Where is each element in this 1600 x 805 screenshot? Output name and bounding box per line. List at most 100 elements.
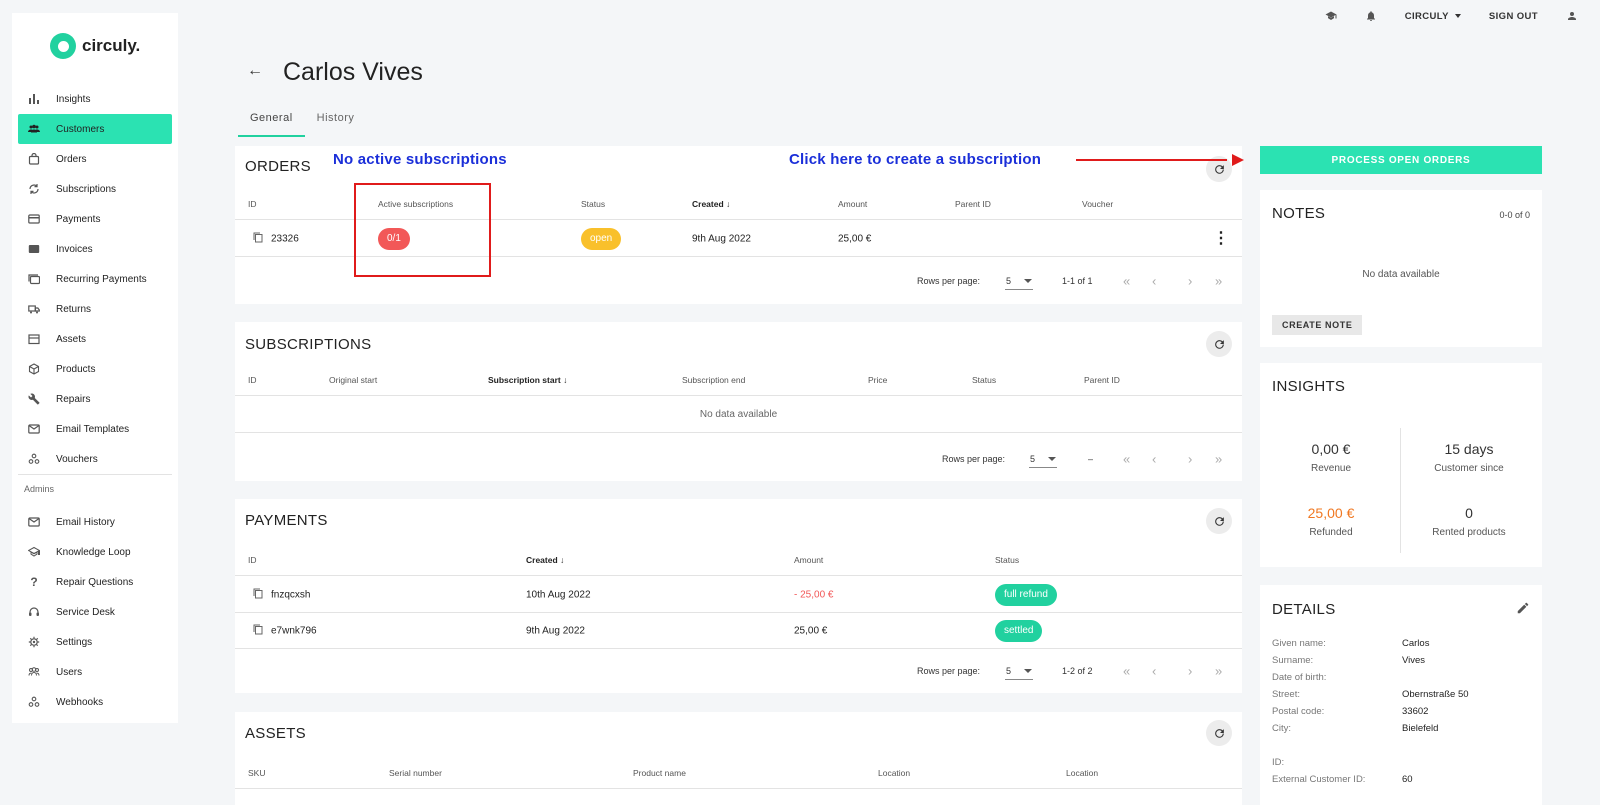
status-badge: settled	[995, 619, 1043, 642]
rows-per-page-select[interactable]: 5	[1005, 272, 1033, 290]
prev-page-icon[interactable]: ‹	[1152, 452, 1156, 467]
column-header-sortable[interactable]: Created ↓	[692, 199, 730, 209]
sidebar-item-label: Orders	[56, 153, 87, 165]
sidebar-item-label: Knowledge Loop	[56, 546, 131, 558]
cycle-icon	[28, 183, 40, 195]
amount: 25,00 €	[794, 625, 828, 636]
rows-per-page-select[interactable]: 5	[1005, 662, 1033, 680]
payment-id[interactable]: fnzqcxsh	[271, 589, 310, 600]
sidebar-item-recurring-payments[interactable]: Recurring Payments	[18, 264, 172, 294]
empty-state: No data available	[235, 397, 1242, 433]
graduation-cap-icon	[28, 546, 40, 558]
sidebar-item-invoices[interactable]: Invoices	[18, 234, 172, 264]
sidebar-item-returns[interactable]: Returns	[18, 294, 172, 324]
cube-icon	[28, 363, 40, 375]
next-page-icon[interactable]: ›	[1188, 452, 1192, 467]
sidebar-item-repair-questions[interactable]: ? Repair Questions	[18, 567, 172, 597]
page-title: Carlos Vives	[283, 58, 423, 86]
sidebar-item-products[interactable]: Products	[18, 354, 172, 384]
copy-icon[interactable]	[253, 232, 263, 246]
column-header: Subscription end	[682, 375, 746, 385]
sidebar-item-insights[interactable]: Insights	[18, 84, 172, 114]
order-id[interactable]: 23326	[271, 233, 299, 244]
insights-title: INSIGHTS	[1272, 378, 1346, 395]
account-label: CIRCULY	[1404, 10, 1449, 22]
detail-key: ID:	[1272, 757, 1285, 768]
brand-name: circuly.	[82, 36, 141, 55]
bell-icon[interactable]	[1365, 10, 1377, 22]
payments-table-header: ID Created ↓ Amount Status	[235, 542, 1242, 576]
insight-value: 0,00 €	[1311, 441, 1351, 457]
sidebar-item-users[interactable]: Users	[18, 657, 172, 687]
notes-title: NOTES	[1272, 205, 1326, 222]
sidebar-item-label: Returns	[56, 303, 92, 315]
create-note-button[interactable]: CREATE NOTE	[1272, 315, 1363, 335]
refresh-icon[interactable]	[1206, 331, 1232, 357]
payment-id[interactable]: e7wnk796	[271, 625, 317, 636]
sidebar-item-label: Products	[56, 363, 96, 375]
refresh-icon[interactable]	[1206, 508, 1232, 534]
question-icon: ?	[30, 575, 38, 589]
prev-page-icon[interactable]: ‹	[1152, 274, 1156, 289]
copy-icon[interactable]	[253, 624, 263, 638]
tab-general[interactable]: General	[238, 106, 305, 137]
sidebar-item-email-history[interactable]: Email History	[18, 507, 172, 537]
sidebar-item-label: Email History	[56, 516, 115, 528]
sidebar-item-settings[interactable]: Settings	[18, 627, 172, 657]
brand-logo[interactable]: circuly.	[50, 33, 140, 59]
back-arrow-icon[interactable]: ←	[247, 62, 263, 80]
column-header-sortable[interactable]: Created ↓	[526, 555, 564, 565]
first-page-icon[interactable]: «	[1123, 664, 1130, 679]
more-vert-icon[interactable]: ⋮	[1213, 230, 1229, 246]
next-page-icon[interactable]: ›	[1188, 664, 1192, 679]
logo-mark-icon	[50, 33, 76, 59]
sidebar-nav: Insights Customers Orders Subscriptions …	[18, 84, 172, 717]
sidebar-item-service-desk[interactable]: Service Desk	[18, 597, 172, 627]
account-dropdown[interactable]: CIRCULY	[1405, 11, 1461, 22]
first-page-icon[interactable]: «	[1123, 452, 1130, 467]
last-page-icon[interactable]: »	[1215, 664, 1222, 679]
column-header-sortable[interactable]: Subscription start ↓	[488, 375, 567, 385]
user-icon[interactable]	[1566, 10, 1578, 22]
detail-key: Surname:	[1272, 655, 1314, 666]
last-page-icon[interactable]: »	[1215, 452, 1222, 467]
sidebar-item-email-templates[interactable]: Email Templates	[18, 414, 172, 444]
sign-out-link[interactable]: SIGN OUT	[1489, 11, 1538, 22]
sidebar-item-payments[interactable]: Payments	[18, 204, 172, 234]
arrow-down-icon: ↓	[560, 555, 565, 565]
prev-page-icon[interactable]: ‹	[1152, 664, 1156, 679]
next-page-icon[interactable]: ›	[1188, 274, 1192, 289]
sidebar-item-customers[interactable]: Customers	[18, 114, 172, 144]
arrow-down-icon: ↓	[726, 199, 731, 209]
chevron-down-icon	[1048, 456, 1056, 461]
column-header: Status	[972, 375, 997, 385]
sidebar-item-repairs[interactable]: Repairs	[18, 384, 172, 414]
status-badge: full refund	[995, 583, 1057, 606]
copy-icon[interactable]	[253, 588, 263, 602]
pagination-range: –	[1088, 454, 1094, 464]
mail-icon	[28, 423, 40, 435]
last-page-icon[interactable]: »	[1215, 274, 1222, 289]
subscriptions-pagination: Rows per page: 5 – « ‹ › »	[235, 439, 1242, 479]
refresh-icon[interactable]	[1206, 720, 1232, 746]
sidebar-item-orders[interactable]: Orders	[18, 144, 172, 174]
pagination-range: 1-2 of 2	[1062, 666, 1093, 676]
tab-history[interactable]: History	[305, 106, 367, 137]
first-page-icon[interactable]: «	[1123, 274, 1130, 289]
table-row[interactable]: fnzqcxsh 10th Aug 2022 - 25,00 € full re…	[235, 577, 1242, 613]
sidebar-item-knowledge-loop[interactable]: Knowledge Loop	[18, 537, 172, 567]
table-row[interactable]: e7wnk796 9th Aug 2022 25,00 € settled	[235, 613, 1242, 649]
edit-pencil-icon[interactable]	[1516, 601, 1530, 618]
sidebar-item-webhooks[interactable]: Webhooks	[18, 687, 172, 717]
rows-per-page-select[interactable]: 5	[1029, 450, 1057, 468]
sidebar-item-assets[interactable]: Assets	[18, 324, 172, 354]
bag-icon	[28, 153, 40, 165]
process-open-orders-button[interactable]: PROCESS OPEN ORDERS	[1260, 146, 1542, 174]
sidebar-item-subscriptions[interactable]: Subscriptions	[18, 174, 172, 204]
sidebar-item-vouchers[interactable]: Vouchers	[18, 444, 172, 474]
annotation-no-active-subscriptions: No active subscriptions	[333, 151, 507, 168]
graduation-cap-icon[interactable]	[1325, 10, 1337, 22]
column-header: Price	[868, 375, 888, 385]
rows-per-page-value: 5	[1006, 275, 1012, 286]
rows-per-page-label: Rows per page:	[917, 276, 981, 286]
